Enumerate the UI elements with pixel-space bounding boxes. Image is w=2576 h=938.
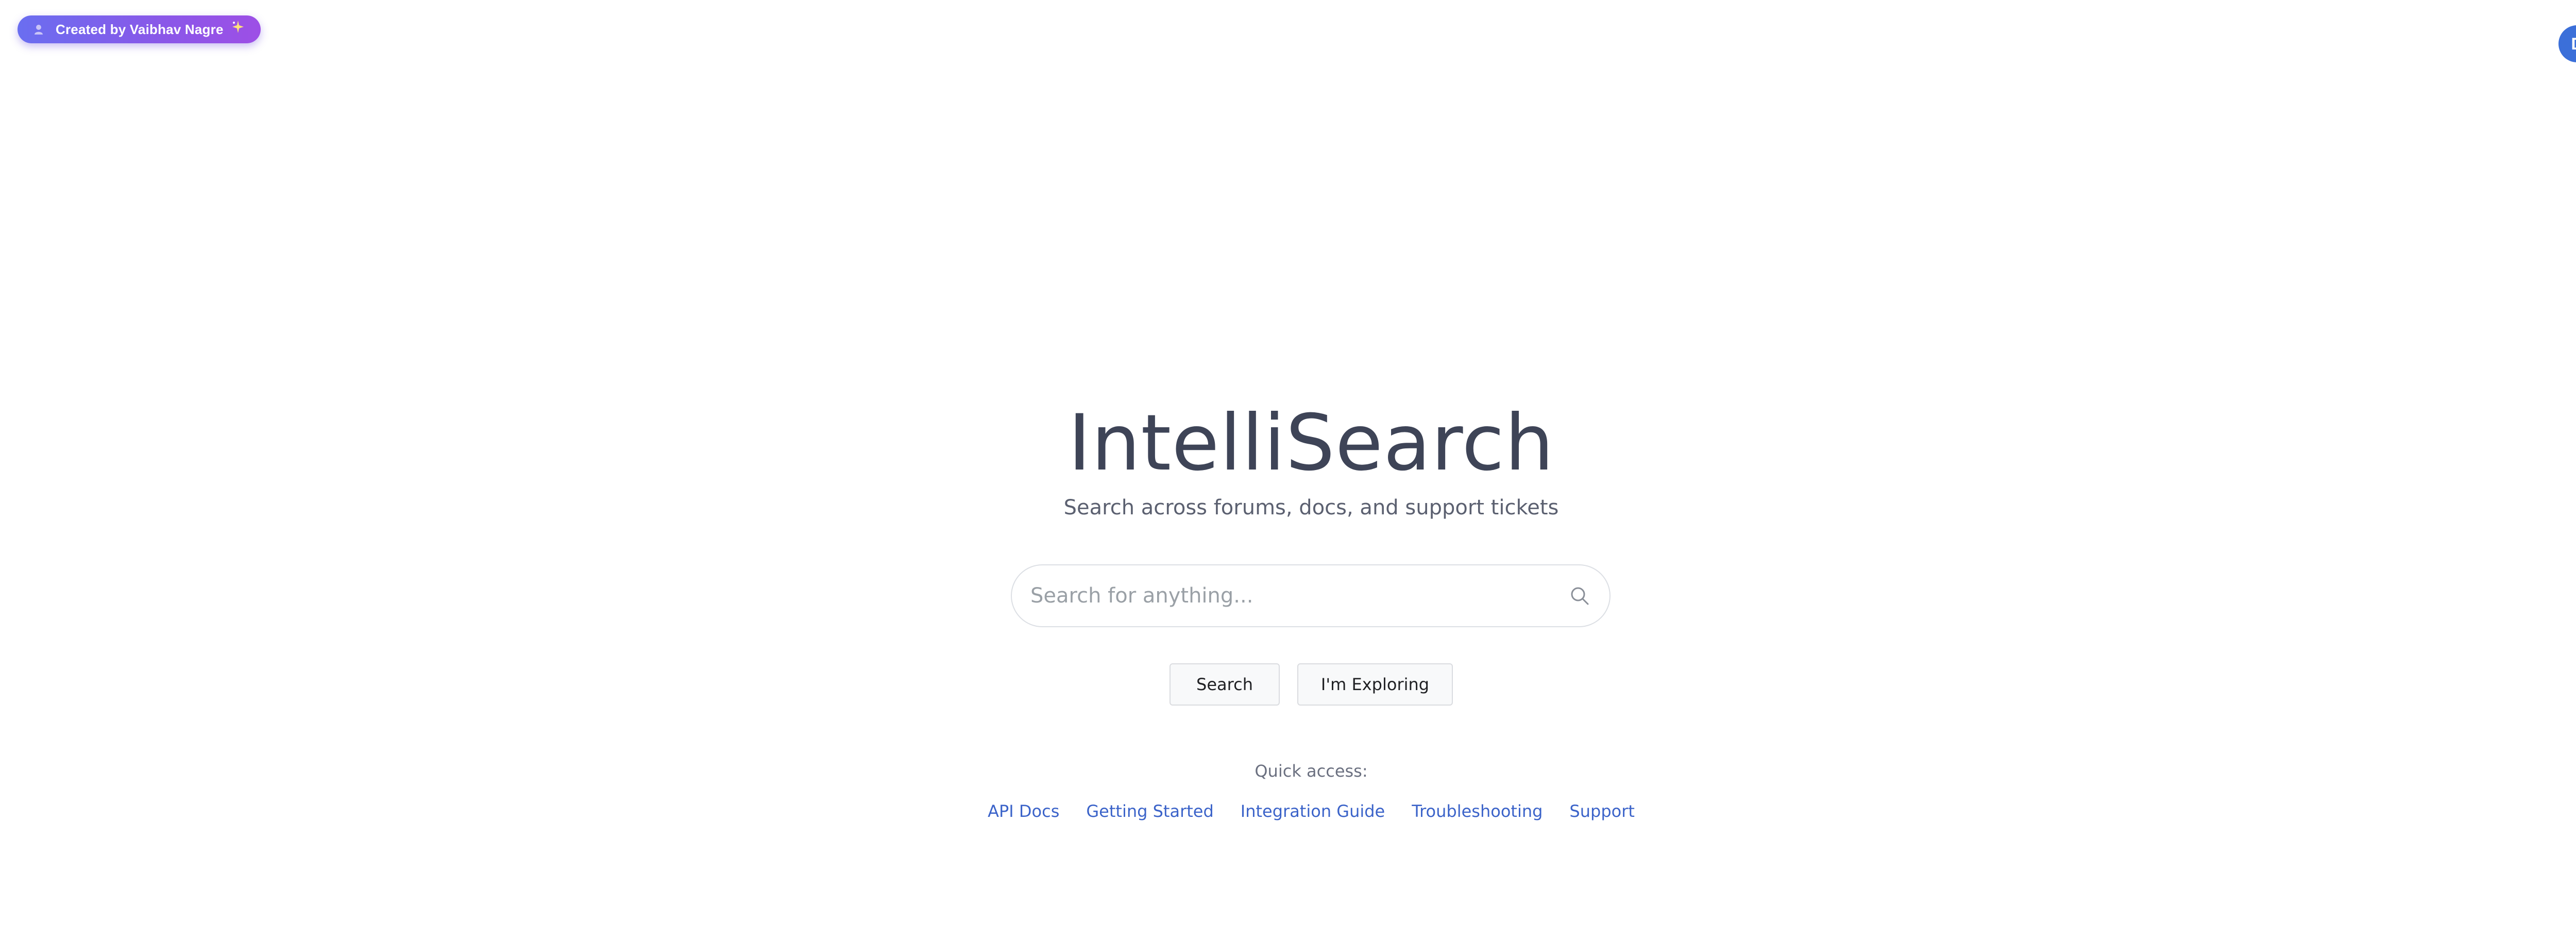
search-input[interactable]: [1012, 565, 1568, 626]
quick-link-support[interactable]: Support: [1569, 803, 1635, 819]
creator-badge-label: Created by Vaibhav Nagre: [56, 21, 224, 37]
sparkle-icon: [231, 20, 245, 34]
quick-access-links: API Docs Getting Started Integration Gui…: [0, 803, 2576, 819]
page-title: IntelliSearch: [1068, 398, 1554, 488]
tagline: Search across forums, docs, and support …: [1063, 496, 1559, 520]
search-box: [1011, 564, 1611, 627]
page: Created by Vaibhav Nagre D IntelliSearch…: [0, 0, 2576, 938]
quick-access-label: Quick access:: [1255, 761, 1368, 781]
avatar[interactable]: D: [2558, 25, 2576, 62]
quick-link-troubleshooting[interactable]: Troubleshooting: [1412, 803, 1543, 819]
quick-link-api-docs[interactable]: API Docs: [988, 803, 1059, 819]
quick-link-integration-guide[interactable]: Integration Guide: [1241, 803, 1385, 819]
creator-badge[interactable]: Created by Vaibhav Nagre: [18, 15, 261, 43]
explore-button[interactable]: I'm Exploring: [1297, 663, 1453, 706]
search-icon[interactable]: [1568, 584, 1591, 607]
quick-link-getting-started[interactable]: Getting Started: [1086, 803, 1213, 819]
person-icon: [33, 24, 44, 35]
search-button[interactable]: Search: [1170, 663, 1280, 706]
